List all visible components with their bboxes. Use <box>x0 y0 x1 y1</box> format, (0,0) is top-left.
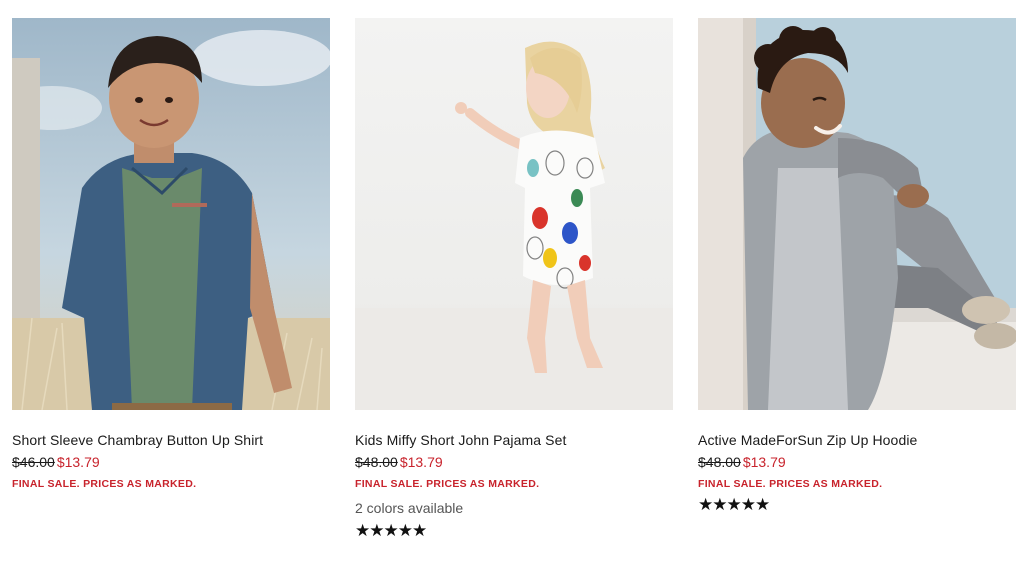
product-card: Short Sleeve Chambray Button Up Shirt $4… <box>12 18 330 491</box>
final-sale-note: FINAL SALE. PRICES AS MARKED. <box>355 478 540 490</box>
product-title[interactable]: Active MadeForSun Zip Up Hoodie <box>698 431 1016 449</box>
product-photo-miffy-pajama <box>355 18 673 410</box>
final-sale-note: FINAL SALE. PRICES AS MARKED. <box>698 478 883 490</box>
sale-price: $13.79 <box>399 454 443 470</box>
product-card: Active MadeForSun Zip Up Hoodie $48.00 $1… <box>698 18 1016 514</box>
product-grid: Short Sleeve Chambray Button Up Shirt $4… <box>0 0 1024 571</box>
product-title[interactable]: Kids Miffy Short John Pajama Set <box>355 431 673 449</box>
product-image[interactable] <box>355 18 673 410</box>
product-photo-hoodie <box>698 18 1016 410</box>
sale-price: $13.79 <box>742 454 786 470</box>
product-card: Kids Miffy Short John Pajama Set $48.00 $… <box>355 18 673 540</box>
original-price: $46.00 <box>12 454 55 470</box>
product-image[interactable] <box>12 18 330 410</box>
star-rating-icon[interactable]: ★★★★★ <box>698 496 1016 514</box>
price-row: $48.00 $13.79 <box>698 453 1016 471</box>
product-title[interactable]: Short Sleeve Chambray Button Up Shirt <box>12 431 330 449</box>
original-price: $48.00 <box>355 454 398 470</box>
star-rating-icon[interactable]: ★★★★★ <box>355 522 673 540</box>
product-photo-chambray-shirt <box>12 18 330 410</box>
price-row: $48.00 $13.79 <box>355 453 673 471</box>
original-price: $48.00 <box>698 454 741 470</box>
final-sale-note: FINAL SALE. PRICES AS MARKED. <box>12 478 197 490</box>
product-image[interactable] <box>698 18 1016 410</box>
price-row: $46.00 $13.79 <box>12 453 330 471</box>
colors-available[interactable]: 2 colors available <box>355 499 673 517</box>
sale-price: $13.79 <box>56 454 100 470</box>
